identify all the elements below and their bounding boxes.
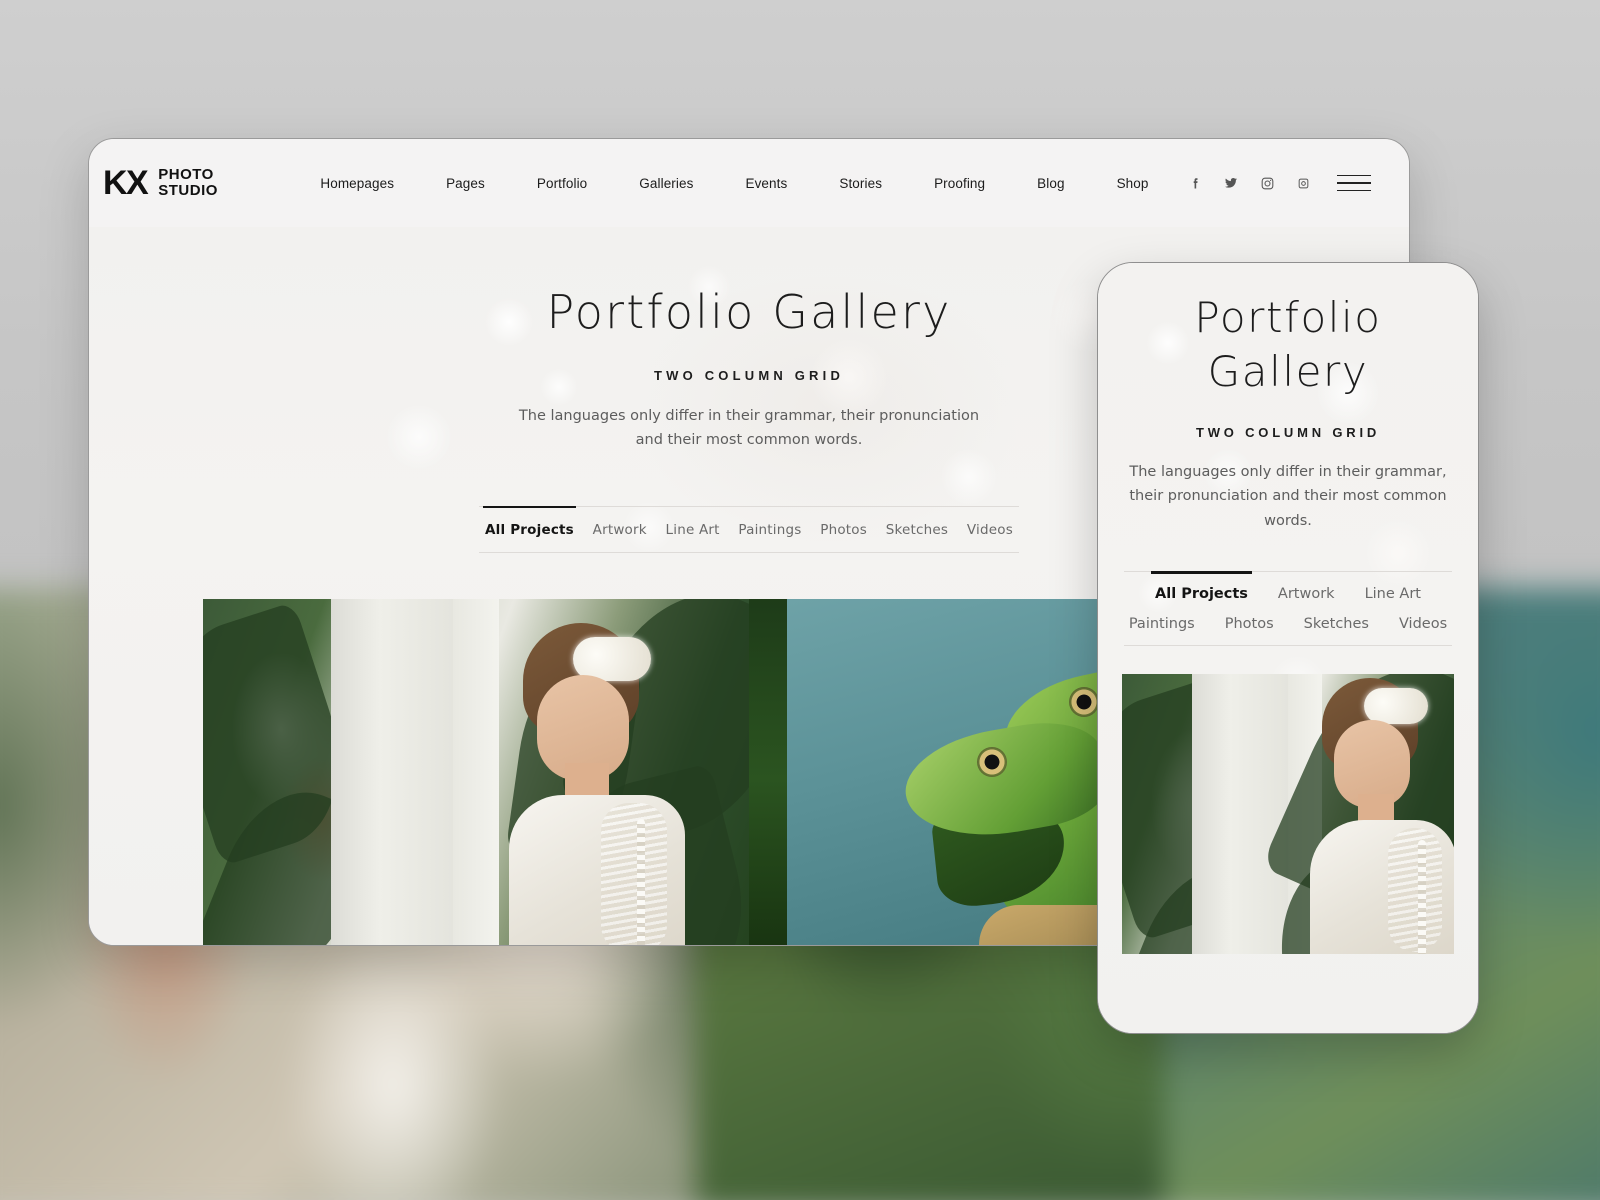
hamburger-menu-icon[interactable] [1337,174,1371,192]
mobile-page-title: Portfolio Gallery [1194,293,1382,396]
site-logo[interactable]: KX PHOTO STUDIO [103,166,218,200]
mobile-portfolio-filter-tabs: All Projects Artwork Line Art Paintings … [1124,571,1452,647]
mobile-filter-tab-artwork[interactable]: Artwork [1278,586,1335,602]
bride-in-greenhouse-photo [1122,674,1454,955]
gallery-item-bride[interactable] [203,599,749,945]
filter-tab-line-art[interactable]: Line Art [666,522,720,538]
mobile-page-description: The languages only differ in their gramm… [1129,463,1447,529]
twitter-icon[interactable] [1213,168,1249,198]
nav-item-pages[interactable]: Pages [420,176,511,191]
logo-text: PHOTO STUDIO [158,165,218,199]
page-description: The languages only differ in their gramm… [518,407,980,448]
nav-item-shop[interactable]: Shop [1091,176,1175,191]
nav-item-homepages[interactable]: Homepages [294,176,420,191]
mobile-filter-tab-line-art[interactable]: Line Art [1365,586,1421,602]
portfolio-filter-tabs: All Projects Artwork Line Art Paintings … [479,506,1019,554]
header-actions [1177,168,1371,198]
mobile-portfolio-gallery-grid [1122,674,1454,955]
instagram-icon[interactable] [1249,168,1285,198]
hamburger-line-3 [1337,189,1371,192]
mobile-hero-content: Portfolio Gallery TWO COLUMN GRID The la… [1098,263,1478,647]
nav-item-proofing[interactable]: Proofing [908,176,1011,191]
hamburger-line-1 [1337,174,1371,177]
nav-item-events[interactable]: Events [719,176,813,191]
filter-tab-all-projects[interactable]: All Projects [483,506,576,538]
mobile-filter-tab-paintings[interactable]: Paintings [1129,616,1195,632]
filter-tab-photos[interactable]: Photos [820,522,867,538]
logo-text-line1: PHOTO [158,165,214,183]
mobile-device-mockup: Portfolio Gallery TWO COLUMN GRID The la… [1097,262,1479,1034]
mobile-filter-tab-photos[interactable]: Photos [1225,616,1274,632]
logo-mark: KX [103,164,149,202]
nav-item-portfolio[interactable]: Portfolio [511,176,613,191]
site-header: KX PHOTO STUDIO Homepages Pages Portfoli… [89,139,1409,227]
nav-item-galleries[interactable]: Galleries [613,176,719,191]
filter-tab-sketches[interactable]: Sketches [886,522,948,538]
mobile-page-subtitle: TWO COLUMN GRID [1195,424,1381,440]
mobile-filter-tab-sketches[interactable]: Sketches [1304,616,1369,632]
mobile-gallery-item-bride[interactable] [1122,674,1454,955]
bride-in-greenhouse-photo [203,599,749,945]
nav-item-stories[interactable]: Stories [813,176,908,191]
nav-item-blog[interactable]: Blog [1011,176,1090,191]
five-hundred-px-icon[interactable] [1285,168,1321,198]
filter-tab-paintings[interactable]: Paintings [738,522,801,538]
mobile-filter-tab-all-projects[interactable]: All Projects [1151,571,1252,602]
filter-tab-artwork[interactable]: Artwork [593,522,647,538]
facebook-icon[interactable] [1177,168,1213,198]
mobile-filter-tab-videos[interactable]: Videos [1399,616,1447,632]
hamburger-line-2 [1337,182,1371,184]
primary-navigation: Homepages Pages Portfolio Galleries Even… [292,176,1177,191]
logo-text-line2: STUDIO [158,182,218,199]
filter-tab-videos[interactable]: Videos [967,522,1013,538]
